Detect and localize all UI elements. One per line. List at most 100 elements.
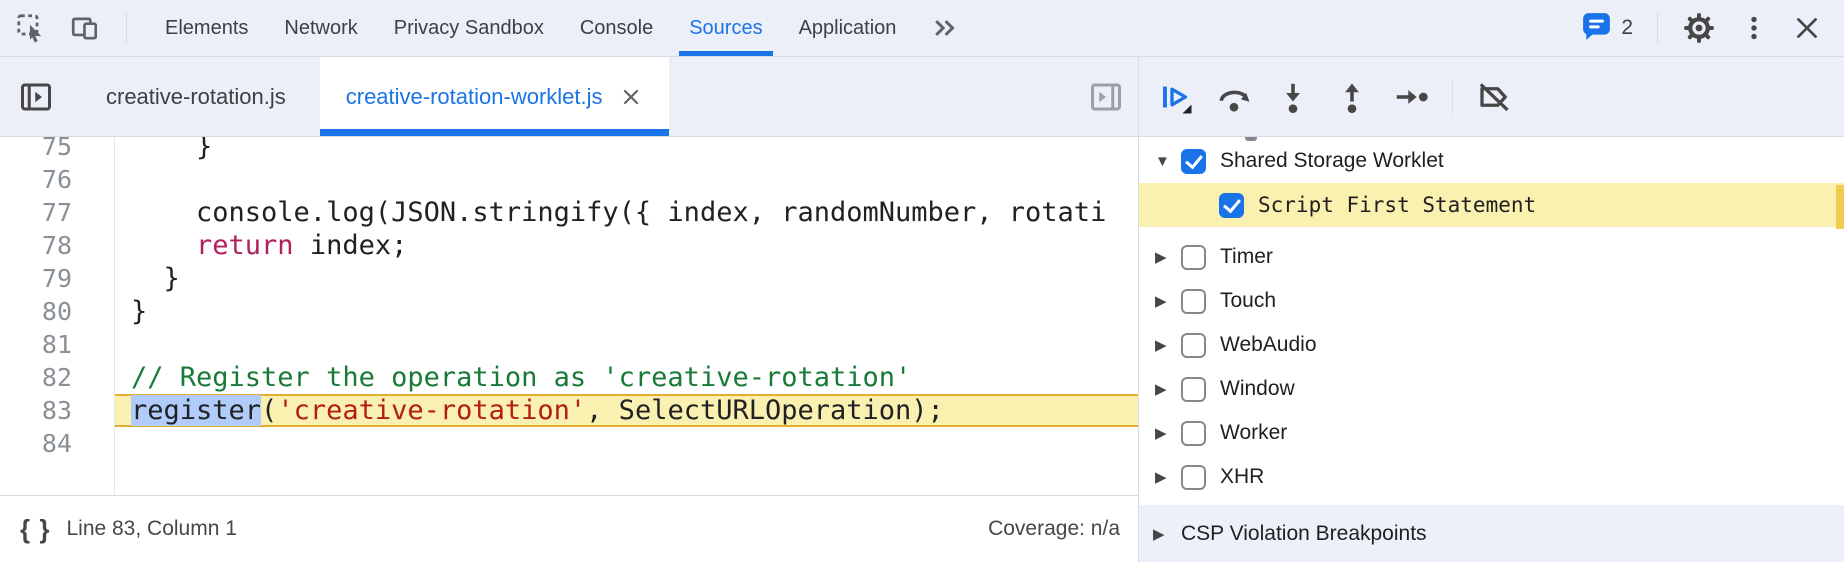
more-options-kebab-icon[interactable] [1740, 13, 1768, 43]
highlighted-row-scroll-marker [1836, 185, 1844, 229]
file-tab-bar: creative-rotation.js creative-rotation-wo… [0, 57, 1844, 137]
main-tab-strip: ElementsNetworkPrivacy SandboxConsoleSou… [147, 0, 914, 56]
tab-privacy-sandbox[interactable]: Privacy Sandbox [376, 0, 562, 56]
chevron-right-icon[interactable]: ▶ [1155, 380, 1181, 398]
breakpoint-row-shared-storage-worklet[interactable]: ▼ Shared Storage Worklet [1139, 139, 1844, 183]
code-line: 80} [0, 295, 1138, 328]
token-plain: console.log(JSON.stringify({ index, rand… [131, 197, 1106, 228]
breakpoint-row-worker[interactable]: ▶Worker [1139, 411, 1844, 455]
checkbox-webaudio[interactable] [1181, 333, 1206, 358]
step-icon[interactable] [1393, 79, 1429, 115]
code-line: 79 } [0, 262, 1138, 295]
file-tab-creative-rotation-js[interactable]: creative-rotation.js [72, 57, 320, 136]
checkbox-worker[interactable] [1181, 421, 1206, 446]
code-lines: 75 }7677 console.log(JSON.stringify({ in… [0, 137, 1138, 460]
code-line: 83register('creative-rotation', SelectUR… [0, 394, 1138, 427]
toggle-debugger-sidebar-icon[interactable] [1088, 57, 1124, 136]
breakpoint-label: Touch [1220, 289, 1276, 313]
line-number[interactable]: 84 [0, 427, 115, 460]
line-number[interactable]: 82 [0, 361, 115, 394]
section-label: CSP Violation Breakpoints [1181, 522, 1427, 546]
tab-network[interactable]: Network [266, 0, 375, 56]
code-text: // Register the operation as 'creative-r… [115, 361, 1138, 394]
code-line: 75 } [0, 137, 1138, 163]
chevron-down-icon[interactable]: ▼ [1155, 153, 1181, 170]
close-icon[interactable] [1792, 13, 1822, 43]
tab-console[interactable]: Console [562, 0, 671, 56]
toolbar-divider [1452, 80, 1453, 114]
token-plain: index; [294, 230, 408, 261]
debugger-toolbar [1138, 57, 1844, 136]
inspect-icon[interactable] [16, 13, 46, 43]
code-text [115, 328, 1138, 361]
breakpoint-row-touch[interactable]: ▶ Touch [1139, 279, 1844, 323]
curly-braces-icon[interactable]: { } [20, 514, 50, 545]
code-text: register('creative-rotation', SelectURLO… [115, 394, 1138, 427]
checkbox-touch[interactable] [1181, 289, 1206, 314]
token-keyword: return [196, 230, 294, 261]
section-csp-violation-breakpoints[interactable]: ▶ CSP Violation Breakpoints [1139, 505, 1844, 562]
code-text [115, 163, 1138, 196]
line-number[interactable]: 76 [0, 163, 115, 196]
line-number[interactable]: 81 [0, 328, 115, 361]
token-selected: register [131, 395, 261, 426]
code-line: 82 // Register the operation as 'creative… [0, 361, 1138, 394]
toolbar-right-icons: 2 [1581, 0, 1844, 56]
token-string: 'creative-rotation' [277, 395, 586, 426]
line-number[interactable]: 83 [0, 394, 115, 427]
chevron-right-icon[interactable]: ▶ [1155, 424, 1181, 442]
line-number[interactable]: 79 [0, 262, 115, 295]
token-plain: } [131, 263, 180, 294]
file-tab-label: creative-rotation.js [106, 84, 286, 110]
close-tab-icon[interactable] [619, 85, 643, 109]
editor-status-bar: { } Line 83, Column 1 Coverage: n/a [0, 495, 1138, 562]
chevron-right-icon[interactable]: ▶ [1155, 248, 1181, 266]
checkbox-timer[interactable] [1181, 245, 1206, 270]
chevron-right-icon[interactable]: ▶ [1155, 336, 1181, 354]
checkbox-xhr[interactable] [1181, 465, 1206, 490]
step-into-icon[interactable] [1275, 79, 1311, 115]
checkbox-script-first-statement[interactable] [1219, 193, 1244, 218]
settings-gear-icon[interactable] [1682, 11, 1716, 45]
line-number[interactable]: 77 [0, 196, 115, 229]
step-over-icon[interactable] [1216, 79, 1252, 115]
token-plain: ( [261, 395, 277, 426]
file-tab-creative-rotation-worklet-js[interactable]: creative-rotation-worklet.js [320, 57, 669, 136]
breakpoint-row-xhr[interactable]: ▶XHR [1139, 455, 1844, 499]
chevron-right-icon[interactable]: ▶ [1155, 292, 1181, 310]
breakpoint-row-window[interactable]: ▶ Window [1139, 367, 1844, 411]
breakpoint-label: WebAudio [1220, 333, 1317, 357]
breakpoint-row-webaudio[interactable]: ▶ WebAudio [1139, 323, 1844, 367]
toolbar-divider [1657, 12, 1658, 44]
code-editor[interactable]: 75 }7677 console.log(JSON.stringify({ in… [0, 137, 1138, 495]
token-plain: , SelectURLOperation); [586, 395, 944, 426]
more-tabs-button[interactable] [914, 0, 976, 56]
pause-resume-icon[interactable] [1157, 79, 1193, 115]
tab-application[interactable]: Application [781, 0, 915, 56]
breakpoint-label: Shared Storage Worklet [1220, 149, 1444, 173]
line-number[interactable]: 80 [0, 295, 115, 328]
line-number[interactable]: 75 [0, 137, 115, 163]
device-toolbar-icon[interactable] [70, 13, 100, 43]
code-text: } [115, 137, 1138, 163]
show-navigator-icon[interactable] [0, 57, 72, 136]
token-plain: } [131, 296, 147, 327]
breakpoint-label: Window [1220, 377, 1295, 401]
line-number[interactable]: 78 [0, 229, 115, 262]
breakpoint-row-script-first-statement[interactable]: Script First Statement [1139, 183, 1844, 227]
chevron-right-icon[interactable]: ▶ [1155, 468, 1181, 486]
token-comment: // Register the operation as 'creative-r… [131, 362, 911, 393]
code-text: } [115, 262, 1138, 295]
issues-button[interactable]: 2 [1581, 11, 1633, 46]
deactivate-breakpoints-icon[interactable] [1476, 79, 1512, 115]
tab-elements[interactable]: Elements [147, 0, 266, 56]
file-tabs: creative-rotation.js creative-rotation-wo… [72, 57, 669, 136]
breakpoint-row-timer[interactable]: ▶Timer [1139, 235, 1844, 279]
code-line: 81 [0, 328, 1138, 361]
tab-sources[interactable]: Sources [671, 0, 780, 56]
checkbox-shared-storage-worklet[interactable] [1181, 149, 1206, 174]
chevron-right-icon[interactable]: ▶ [1153, 525, 1181, 543]
step-out-icon[interactable] [1334, 79, 1370, 115]
checkbox-window[interactable] [1181, 377, 1206, 402]
code-text: } [115, 295, 1138, 328]
